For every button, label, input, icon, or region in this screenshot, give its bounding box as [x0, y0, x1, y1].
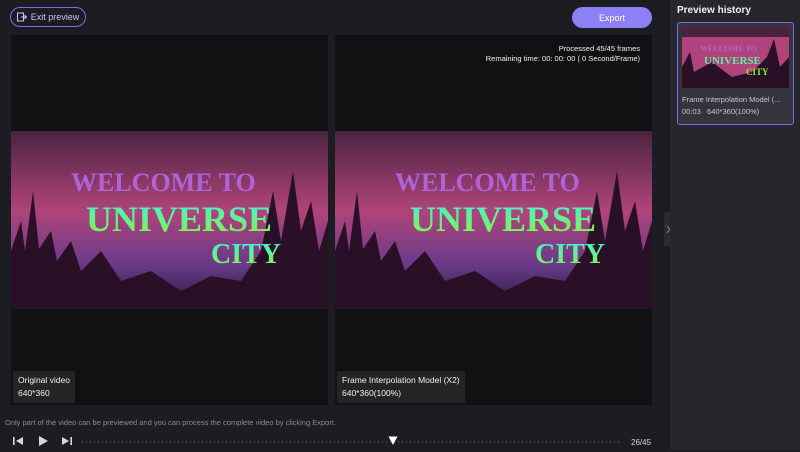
title-line-universe: UNIVERSE [86, 199, 272, 239]
title-line-city: CITY [211, 239, 281, 270]
processing-status: Processed 45/45 frames Remaining time: 0… [486, 44, 640, 64]
preview-notice: Only part of the video can be previewed … [5, 418, 337, 427]
history-item-meta: 00:03 640*360(100%) [682, 107, 759, 116]
processed-video-caption: Frame Interpolation Model (X2) 640*360(1… [337, 371, 465, 403]
exit-icon [16, 12, 27, 22]
play-button[interactable] [37, 434, 49, 446]
history-item-duration: 00:03 [682, 107, 701, 116]
original-video-title: Original video [18, 375, 70, 385]
playhead-handle[interactable] [388, 433, 398, 445]
playhead-icon [388, 436, 398, 445]
svg-text:WELCOME TO: WELCOME TO [700, 44, 757, 53]
title-line-city: CITY [535, 239, 605, 270]
playback-controls [0, 430, 664, 450]
processed-video-resolution: 640*360(100%) [342, 388, 402, 398]
exit-preview-label: Exit preview [30, 12, 80, 22]
original-video-panel: WELCOME TO UNIVERSE CITY Original video … [11, 35, 328, 405]
processed-video-panel: Processed 45/45 frames Remaining time: 0… [335, 35, 652, 405]
original-video-caption: Original video 640*360 [13, 371, 75, 403]
history-item[interactable]: WELCOME TO UNIVERSE CITY Frame Interpola… [677, 22, 794, 125]
processed-video-title: Frame Interpolation Model (X2) [342, 375, 460, 385]
title-line-welcome: WELCOME TO [395, 168, 580, 197]
processed-frames-text: Processed 45/45 frames [558, 44, 640, 53]
preview-history-sidebar: Preview history WELCOME TO UNIVERSE CITY… [670, 0, 800, 450]
history-thumbnail: WELCOME TO UNIVERSE CITY [682, 27, 789, 88]
previous-frame-icon [13, 437, 23, 445]
frame-counter: 26/45 [631, 438, 652, 447]
processed-video-frame: WELCOME TO UNIVERSE CITY [335, 131, 652, 309]
export-button[interactable]: Export [572, 7, 652, 28]
title-line-universe: UNIVERSE [410, 199, 596, 239]
preview-area: Exit preview Export WELCOME TO UNIVERSE … [0, 0, 664, 450]
next-frame-icon [62, 437, 72, 445]
history-item-resolution: 640*360(100%) [707, 107, 760, 116]
exit-preview-button[interactable]: Exit preview [10, 7, 86, 27]
history-item-name: Frame Interpolation Model (... [682, 95, 781, 104]
next-frame-button[interactable] [61, 434, 73, 446]
original-video-frame: WELCOME TO UNIVERSE CITY [11, 131, 328, 309]
remaining-time-text: Remaining time: 00: 00: 00 ( 0 Second/Fr… [485, 54, 640, 63]
original-video-resolution: 640*360 [18, 388, 50, 398]
timeline-track[interactable] [82, 441, 620, 443]
title-line-welcome: WELCOME TO [71, 168, 256, 197]
previous-frame-button[interactable] [12, 434, 24, 446]
svg-text:UNIVERSE: UNIVERSE [704, 55, 761, 67]
svg-text:CITY: CITY [746, 67, 769, 77]
preview-history-title: Preview history [677, 5, 751, 16]
play-icon [39, 436, 48, 446]
